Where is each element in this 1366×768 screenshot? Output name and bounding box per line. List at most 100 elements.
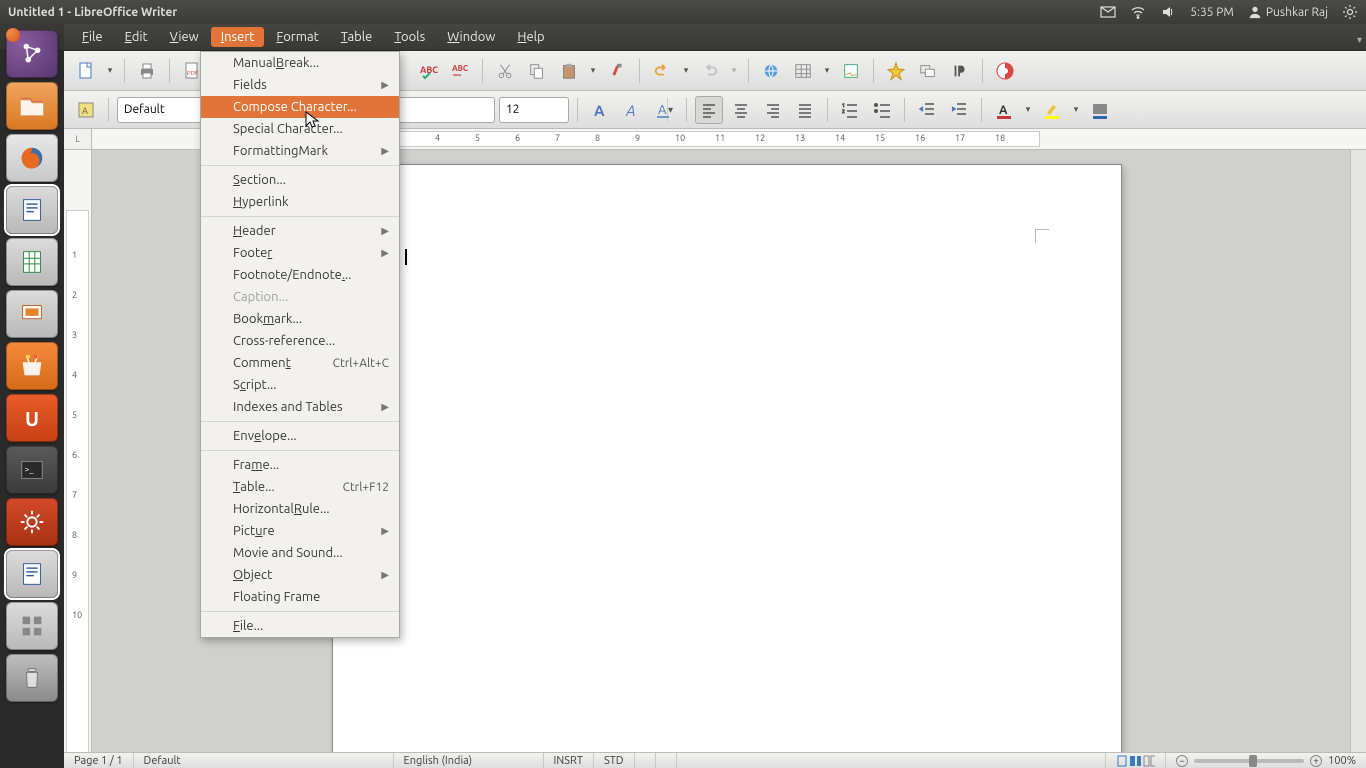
increase-indent-button[interactable]: [945, 96, 973, 124]
zoom-slider[interactable]: [1194, 759, 1304, 763]
navigator-button[interactable]: [882, 57, 910, 85]
launcher-writer[interactable]: [6, 186, 58, 234]
decrease-indent-button[interactable]: [913, 96, 941, 124]
paste-dropdown[interactable]: ▾: [587, 65, 599, 76]
launcher-workspace-switcher[interactable]: [6, 602, 58, 650]
multi-page-icon[interactable]: [1129, 755, 1141, 767]
bold-button[interactable]: A: [586, 96, 614, 124]
undo-dropdown[interactable]: ▾: [680, 65, 692, 76]
status-style[interactable]: Default: [134, 753, 394, 768]
menu-table[interactable]: Table: [331, 27, 383, 47]
paste-button[interactable]: [555, 57, 583, 85]
menu-item-compose-character[interactable]: Compose Character...: [201, 96, 399, 118]
highlight-button[interactable]: [1038, 96, 1066, 124]
clock[interactable]: 5:35 PM: [1190, 6, 1234, 19]
status-selection-mode[interactable]: STD: [594, 753, 635, 768]
align-center-button[interactable]: [727, 96, 755, 124]
print-button[interactable]: [133, 57, 161, 85]
menu-item-file[interactable]: File...: [201, 615, 399, 637]
launcher-impress[interactable]: [6, 290, 58, 338]
menu-edit[interactable]: Edit: [115, 27, 158, 47]
redo-dropdown[interactable]: ▾: [728, 65, 740, 76]
single-page-icon[interactable]: [1116, 755, 1127, 767]
launcher-calc[interactable]: [6, 238, 58, 286]
menu-insert[interactable]: Insert: [211, 27, 265, 47]
zoom-value[interactable]: 100%: [1328, 755, 1356, 767]
styles-button[interactable]: A: [72, 96, 100, 124]
table-dropdown[interactable]: ▾: [821, 65, 833, 76]
menu-item-floating-frame[interactable]: Floating Frame: [201, 586, 399, 608]
menu-item-horizontal-rule[interactable]: Horizontal Rule...: [201, 498, 399, 520]
status-view-layout[interactable]: [1106, 753, 1166, 768]
book-view-icon[interactable]: [1143, 755, 1155, 767]
menu-item-script[interactable]: Script...: [201, 374, 399, 396]
menu-item-section[interactable]: Section...: [201, 169, 399, 191]
menu-item-frame[interactable]: Frame...: [201, 454, 399, 476]
zoom-out-button[interactable]: −: [1176, 755, 1188, 767]
font-color-dropdown[interactable]: ▾: [1022, 104, 1034, 115]
menu-item-hyperlink[interactable]: Hyperlink: [201, 191, 399, 213]
network-icon[interactable]: [1130, 4, 1146, 20]
menu-item-comment[interactable]: CommentCtrl+Alt+C: [201, 352, 399, 374]
font-color-button[interactable]: A: [990, 96, 1018, 124]
menu-item-table[interactable]: Table...Ctrl+F12: [201, 476, 399, 498]
sound-icon[interactable]: [1160, 4, 1176, 20]
hyperlink-button[interactable]: [757, 57, 785, 85]
launcher-files[interactable]: [6, 82, 58, 130]
font-size-combo[interactable]: ▾: [499, 97, 569, 123]
highlight-dropdown[interactable]: ▾: [1070, 104, 1082, 115]
menu-item-picture[interactable]: Picture▶: [201, 520, 399, 542]
vertical-scrollbar[interactable]: [1350, 150, 1366, 752]
new-doc-button[interactable]: [72, 57, 100, 85]
launcher-firefox[interactable]: [6, 134, 58, 182]
zoom-in-button[interactable]: +: [1310, 755, 1322, 767]
vertical-ruler[interactable]: 12345678910: [64, 150, 92, 752]
align-justify-button[interactable]: [791, 96, 819, 124]
gallery-button[interactable]: [914, 57, 942, 85]
underline-button[interactable]: A: [650, 96, 678, 124]
menu-item-header[interactable]: Header▶: [201, 220, 399, 242]
show-draw-button[interactable]: [837, 57, 865, 85]
menu-item-bookmark[interactable]: Bookmark...: [201, 308, 399, 330]
menu-tools[interactable]: Tools: [384, 27, 435, 47]
menu-file[interactable]: File: [72, 27, 113, 47]
status-insert-mode[interactable]: INSRT: [544, 753, 594, 768]
redo-button[interactable]: [696, 57, 724, 85]
menu-item-object[interactable]: Object▶: [201, 564, 399, 586]
mail-icon[interactable]: [1100, 4, 1116, 20]
launcher-software-center[interactable]: [6, 342, 58, 390]
launcher-writer-doc[interactable]: [6, 550, 58, 598]
new-doc-dropdown[interactable]: ▾: [104, 65, 116, 76]
menu-item-envelope[interactable]: Envelope...: [201, 425, 399, 447]
menu-item-fields[interactable]: Fields▶: [201, 74, 399, 96]
launcher-ubuntu-one[interactable]: U: [6, 394, 58, 442]
nonprinting-button[interactable]: [946, 57, 974, 85]
numbered-list-button[interactable]: 12: [836, 96, 864, 124]
menu-item-movie-and-sound[interactable]: Movie and Sound...: [201, 542, 399, 564]
menu-item-manual-break[interactable]: Manual Break...: [201, 52, 399, 74]
status-signature[interactable]: [656, 753, 677, 768]
menubar-overflow-icon[interactable]: ▾: [1357, 34, 1362, 46]
menu-window[interactable]: Window: [437, 27, 505, 47]
align-right-button[interactable]: [759, 96, 787, 124]
menu-view[interactable]: View: [160, 27, 209, 47]
status-page[interactable]: Page 1 / 1: [64, 753, 134, 768]
user-menu[interactable]: Pushkar Raj: [1248, 5, 1328, 19]
menu-item-formatting-mark[interactable]: Formatting Mark▶: [201, 140, 399, 162]
bullet-list-button[interactable]: [868, 96, 896, 124]
menu-help[interactable]: Help: [507, 27, 554, 47]
spellcheck-button[interactable]: ABC: [414, 57, 442, 85]
bg-color-button[interactable]: [1086, 96, 1114, 124]
format-paintbrush-button[interactable]: [603, 57, 631, 85]
copy-button[interactable]: [523, 57, 551, 85]
undo-button[interactable]: [648, 57, 676, 85]
table-button[interactable]: [789, 57, 817, 85]
autospell-button[interactable]: ABC: [446, 57, 474, 85]
align-left-button[interactable]: [695, 96, 723, 124]
menu-item-footer[interactable]: Footer▶: [201, 242, 399, 264]
italic-button[interactable]: A: [618, 96, 646, 124]
menu-item-indexes-and-tables[interactable]: Indexes and Tables▶: [201, 396, 399, 418]
gear-icon[interactable]: [1342, 4, 1358, 20]
menu-format[interactable]: Format: [266, 27, 328, 47]
menu-item-cross-reference[interactable]: Cross-reference...: [201, 330, 399, 352]
